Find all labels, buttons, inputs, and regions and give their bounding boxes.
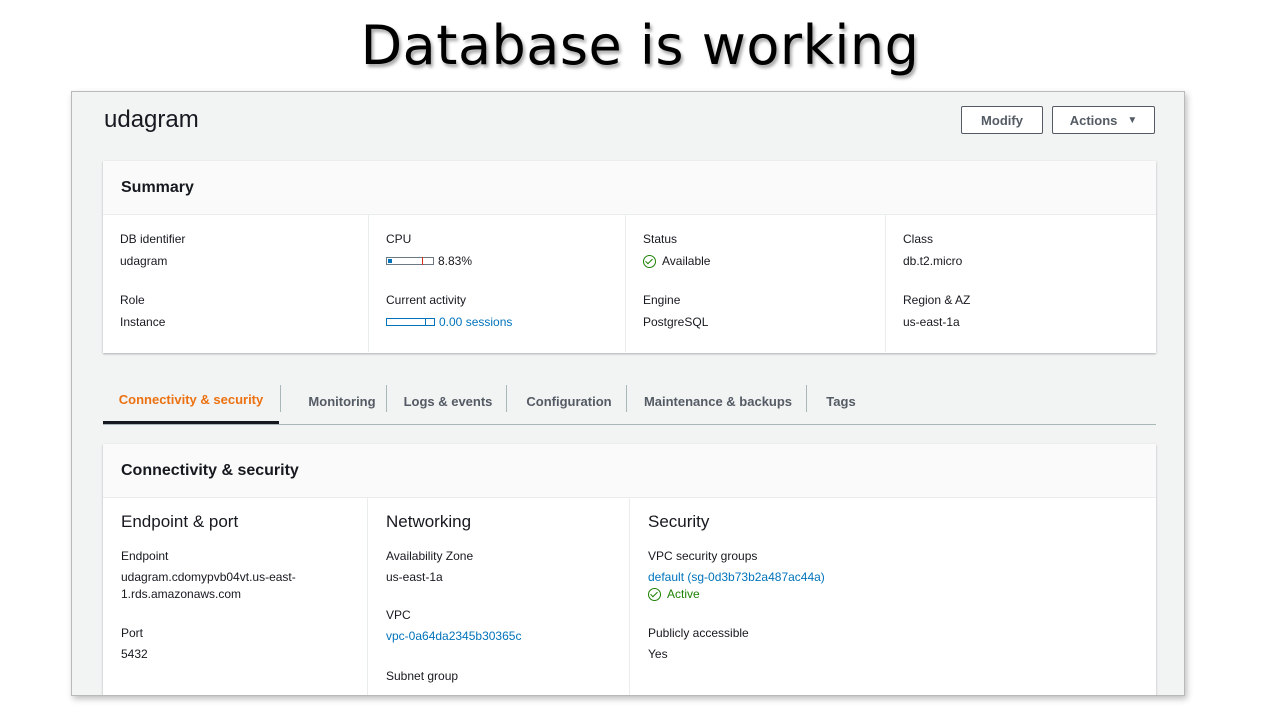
check-circle-icon: [643, 254, 656, 268]
summary-column-cpu: CPU 8.83% Current activity 0.00 sessions: [369, 215, 626, 352]
actions-button-label: Actions: [1069, 112, 1118, 128]
sessions-link[interactable]: 0.00 sessions: [439, 315, 512, 329]
availability-zone-label: Availability Zone: [386, 549, 474, 563]
modify-button[interactable]: Modify: [961, 106, 1043, 134]
detail-tabs: Connectivity & security Monitoring Logs …: [103, 378, 1156, 425]
summary-title: Summary: [103, 161, 1156, 215]
tab-divider: [506, 385, 507, 412]
tab-divider: [386, 385, 387, 412]
actions-dropdown-button[interactable]: Actions ▼: [1052, 106, 1155, 134]
port-value: 5432: [121, 647, 148, 661]
db-instance-name: udagram: [104, 106, 199, 133]
tab-maintenance-backups[interactable]: Maintenance & backups: [631, 378, 805, 424]
caret-down-icon: ▼: [1127, 114, 1138, 126]
slide-title: Database is working: [360, 14, 920, 77]
role-value: Instance: [120, 315, 166, 329]
summary-column-class: Class db.t2.micro Region & AZ us-east-1a: [886, 215, 1156, 352]
tab-divider: [626, 385, 627, 412]
region-az-label: Region & AZ: [903, 293, 971, 307]
class-value: db.t2.micro: [903, 254, 963, 268]
networking-column: Networking Availability Zone us-east-1a …: [368, 498, 630, 695]
security-group-status: Active: [667, 587, 700, 601]
summary-column-status: Status Available Engine PostgreSQL: [626, 215, 886, 352]
security-heading: Security: [648, 512, 710, 531]
vpc-security-groups-label: VPC security groups: [648, 549, 758, 563]
security-group-link[interactable]: default (sg-0d3b73b2a487ac44a): [648, 569, 825, 586]
region-az-value: us-east-1a: [903, 315, 960, 329]
endpoint-value-line1: udagram.cdomypvb04vt.us-east-: [121, 570, 296, 584]
summary-panel: Summary DB identifier udagram Role Insta…: [103, 161, 1156, 353]
availability-zone-value: us-east-1a: [386, 570, 443, 584]
db-identifier-label: DB identifier: [120, 232, 186, 246]
publicly-accessible-value: Yes: [648, 647, 668, 661]
cpu-meter-threshold: [422, 257, 423, 265]
tab-logs-events[interactable]: Logs & events: [390, 378, 506, 424]
cpu-label: CPU: [386, 232, 412, 246]
endpoint-value-line2: 1.rds.amazonaws.com: [121, 587, 242, 601]
endpoint-port-heading: Endpoint & port: [121, 512, 239, 531]
cpu-meter: [386, 257, 434, 265]
summary-column-identifier: DB identifier udagram Role Instance: [103, 215, 369, 352]
current-activity-label: Current activity: [386, 293, 467, 307]
subnet-group-label: Subnet group: [386, 669, 459, 683]
vpc-label: VPC: [386, 608, 411, 622]
status-label: Status: [643, 232, 678, 246]
publicly-accessible-label: Publicly accessible: [648, 626, 749, 640]
engine-label: Engine: [643, 293, 681, 307]
tab-configuration[interactable]: Configuration: [511, 378, 627, 424]
port-label: Port: [121, 626, 144, 640]
summary-grid: DB identifier udagram Role Instance CPU …: [103, 215, 1156, 352]
tab-connectivity-security[interactable]: Connectivity & security: [103, 378, 279, 424]
check-circle-icon: [648, 588, 661, 601]
connectivity-security-panel: Connectivity & security Endpoint & port …: [103, 444, 1156, 695]
tab-divider: [280, 385, 281, 412]
activity-meter: [386, 318, 435, 326]
tab-monitoring[interactable]: Monitoring: [286, 378, 398, 424]
endpoint-label: Endpoint: [121, 549, 169, 563]
security-column: Security VPC security groups default (sg…: [630, 498, 1156, 695]
tab-tags[interactable]: Tags: [811, 378, 871, 424]
networking-heading: Networking: [386, 512, 472, 531]
tab-divider: [806, 385, 807, 412]
rds-console-screenshot: udagram Modify Actions ▼ Summary DB iden…: [71, 91, 1185, 696]
engine-value: PostgreSQL: [643, 315, 709, 329]
class-label: Class: [903, 232, 934, 246]
cpu-value: 8.83%: [438, 254, 473, 268]
role-label: Role: [120, 293, 145, 307]
connectivity-title: Connectivity & security: [103, 444, 1156, 498]
vpc-link[interactable]: vpc-0a64da2345b30365c: [386, 628, 521, 645]
modify-button-label: Modify: [981, 112, 1023, 128]
cpu-meter-fill: [388, 259, 392, 263]
endpoint-port-column: Endpoint & port Endpoint udagram.cdomypv…: [103, 498, 368, 695]
db-header: udagram Modify Actions ▼: [72, 92, 1184, 154]
activity-meter-threshold: [425, 318, 426, 326]
status-value: Available: [662, 254, 711, 268]
db-identifier-value: udagram: [120, 254, 168, 268]
